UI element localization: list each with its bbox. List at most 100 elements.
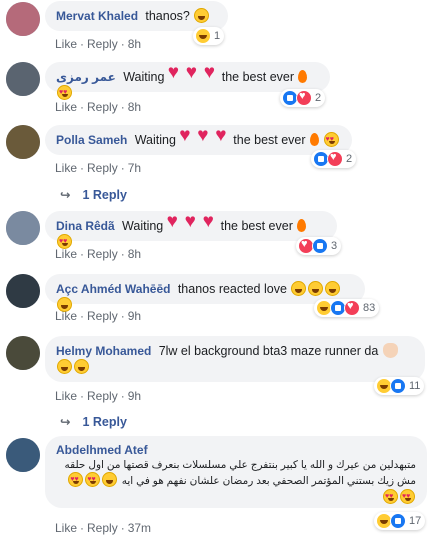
reaction-count: 1 bbox=[214, 30, 221, 42]
avatar[interactable] bbox=[6, 274, 40, 308]
reaction-summary[interactable]: 1 bbox=[193, 27, 225, 45]
comment-text: Waiting bbox=[123, 70, 165, 84]
like-link[interactable]: Like bbox=[55, 521, 77, 535]
comment-author[interactable]: Abdelhmed Atef bbox=[56, 442, 412, 458]
comment-author[interactable]: Açc Ahméd Wahēēd bbox=[56, 282, 170, 296]
reaction-count: 2 bbox=[346, 153, 353, 165]
comment-actions: Like · Reply · 37m bbox=[55, 521, 152, 535]
comment-text-line-2-row: مش زيك بستني المؤتمر الصحفي بعد رمضان عل… bbox=[56, 472, 416, 505]
reaction-count: 11 bbox=[409, 380, 421, 392]
comment-author[interactable]: عمر رمزى bbox=[56, 70, 116, 84]
heart-eyes-emoji-icon bbox=[85, 472, 101, 488]
timestamp[interactable]: 9h bbox=[128, 389, 141, 403]
heart-eyes-emoji-icon bbox=[57, 85, 72, 101]
reply-link[interactable]: Reply bbox=[87, 247, 118, 261]
comment-actions: Like · Reply · 8h bbox=[55, 100, 142, 114]
like-link[interactable]: Like bbox=[55, 161, 77, 175]
reaction-summary[interactable]: 2 bbox=[311, 150, 357, 168]
view-replies-link[interactable]: ↪ 1 Reply bbox=[60, 414, 127, 429]
like-reaction-icon bbox=[312, 238, 328, 254]
heart-emoji-icon bbox=[215, 128, 232, 147]
timestamp[interactable]: 8h bbox=[128, 247, 141, 261]
comment-text-suffix: the best ever bbox=[220, 219, 293, 233]
heart-emoji-icon bbox=[185, 214, 202, 233]
comment-text: thanos? bbox=[145, 9, 190, 23]
reaction-summary[interactable]: 3 bbox=[296, 237, 342, 255]
love-reaction-icon bbox=[296, 90, 312, 106]
reaction-count: 17 bbox=[409, 515, 422, 527]
heart-eyes-emoji-icon bbox=[400, 489, 415, 505]
reply-arrow-icon: ↪ bbox=[60, 188, 71, 202]
heart-emoji-icon bbox=[197, 128, 214, 147]
fire-emoji-icon bbox=[307, 132, 322, 147]
like-link[interactable]: Like bbox=[55, 309, 77, 323]
waving-hand-emoji-icon bbox=[382, 343, 398, 358]
comment-bubble: Abdelhmed Atef متبهدلين من عيرك و الله ي… bbox=[45, 436, 427, 508]
laughing-emoji-icon bbox=[325, 281, 341, 296]
comment-author[interactable]: Polla Sameh bbox=[56, 133, 127, 147]
heart-emoji-icon bbox=[168, 65, 185, 84]
laughing-emoji-icon bbox=[308, 281, 324, 296]
like-reaction-icon bbox=[390, 513, 406, 529]
comment-bubble: Helmy Mohamed 7lw el background bta3 maz… bbox=[45, 336, 425, 382]
reply-link[interactable]: Reply bbox=[87, 37, 118, 51]
timestamp[interactable]: 8h bbox=[128, 37, 141, 51]
timestamp[interactable]: 37m bbox=[128, 521, 151, 535]
heart-emoji-icon bbox=[167, 214, 184, 233]
avatar[interactable] bbox=[6, 2, 40, 36]
reply-link[interactable]: Reply bbox=[87, 389, 118, 403]
heart-emoji-icon bbox=[179, 128, 196, 147]
like-link[interactable]: Like bbox=[55, 37, 77, 51]
comment-bubble: Polla Sameh Waiting the best ever bbox=[45, 125, 352, 155]
reply-link[interactable]: Reply bbox=[87, 100, 118, 114]
heart-eyes-emoji-icon bbox=[383, 489, 398, 505]
comment-author[interactable]: Dina Rêdã bbox=[56, 219, 115, 233]
laughing-emoji-icon bbox=[102, 472, 118, 487]
reply-link[interactable]: Reply bbox=[87, 521, 118, 535]
reaction-count: 2 bbox=[315, 92, 322, 104]
reaction-summary[interactable]: 11 bbox=[374, 377, 425, 395]
like-reaction-icon bbox=[390, 378, 406, 394]
timestamp[interactable]: 9h bbox=[128, 309, 141, 323]
comment-author[interactable]: Mervat Khaled bbox=[56, 9, 138, 23]
avatar[interactable] bbox=[6, 125, 40, 159]
reaction-summary[interactable]: 83 bbox=[314, 299, 380, 317]
heart-emoji-icon bbox=[204, 65, 221, 84]
replies-count: 1 Reply bbox=[82, 188, 127, 202]
comment-actions: Like · Reply · 8h bbox=[55, 37, 142, 51]
reaction-summary[interactable]: 2 bbox=[280, 89, 326, 107]
comment-text: Waiting bbox=[134, 133, 176, 147]
avatar[interactable] bbox=[6, 211, 40, 245]
reply-arrow-icon: ↪ bbox=[60, 415, 71, 429]
view-replies-link[interactable]: ↪ 1 Reply bbox=[60, 187, 127, 202]
timestamp[interactable]: 8h bbox=[128, 100, 141, 114]
comment-actions: Like · Reply · 7h bbox=[55, 161, 142, 175]
comment-text-line-1: متبهدلين من عيرك و الله يا كبير بنتفرج ع… bbox=[64, 459, 416, 471]
like-link[interactable]: Like bbox=[55, 100, 77, 114]
love-reaction-icon bbox=[344, 300, 360, 316]
comment-bubble: عمر رمزى Waiting the best ever bbox=[45, 62, 330, 101]
comment-text: 7lw el background bta3 maze runner da bbox=[158, 344, 379, 358]
reply-link[interactable]: Reply bbox=[87, 309, 118, 323]
laughing-emoji-icon bbox=[194, 8, 210, 23]
comment-text-suffix: the best ever bbox=[233, 133, 306, 147]
reaction-count: 83 bbox=[363, 302, 376, 314]
comment-text-suffix: the best ever bbox=[221, 70, 295, 84]
heart-emoji-icon bbox=[203, 214, 220, 233]
comment-author[interactable]: Helmy Mohamed bbox=[56, 344, 151, 358]
avatar[interactable] bbox=[6, 438, 40, 472]
heart-eyes-emoji-icon bbox=[68, 472, 84, 488]
comment-text: Waiting bbox=[122, 219, 164, 233]
fire-emoji-icon bbox=[294, 218, 309, 233]
laughing-emoji-icon bbox=[291, 281, 307, 296]
reply-link[interactable]: Reply bbox=[87, 161, 118, 175]
avatar[interactable] bbox=[6, 62, 40, 96]
like-link[interactable]: Like bbox=[55, 247, 77, 261]
replies-count: 1 Reply bbox=[82, 415, 127, 429]
avatar[interactable] bbox=[6, 336, 40, 370]
laughing-emoji-icon bbox=[74, 359, 89, 374]
heart-emoji-icon bbox=[186, 65, 203, 84]
timestamp[interactable]: 7h bbox=[128, 161, 141, 175]
like-link[interactable]: Like bbox=[55, 389, 77, 403]
reaction-summary[interactable]: 17 bbox=[374, 512, 426, 530]
